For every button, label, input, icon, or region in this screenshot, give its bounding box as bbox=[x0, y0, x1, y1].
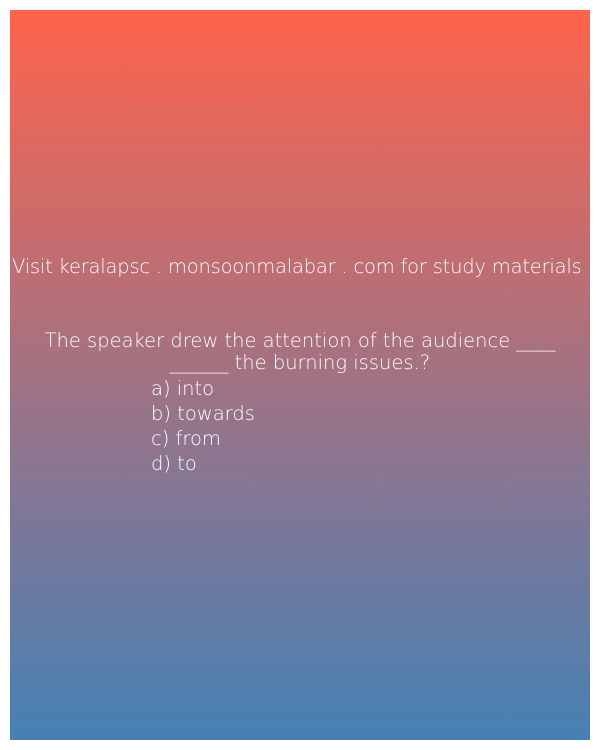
quiz-card: Visit keralapsc . monsoonmalabar . com f… bbox=[10, 10, 590, 740]
option-d: d) to bbox=[151, 452, 197, 475]
promo-text: Visit keralapsc . monsoonmalabar . com f… bbox=[12, 255, 582, 278]
options-list: a) into b) towards c) from d) to bbox=[151, 376, 255, 476]
question-text: The speaker drew the attention of the au… bbox=[10, 330, 590, 374]
question-line-1: The speaker drew the attention of the au… bbox=[44, 329, 556, 352]
question-line-2: ______ the burning issues.? bbox=[169, 351, 431, 374]
option-a: a) into bbox=[151, 377, 215, 400]
option-b: b) towards bbox=[151, 402, 255, 425]
option-c: c) from bbox=[151, 427, 221, 450]
